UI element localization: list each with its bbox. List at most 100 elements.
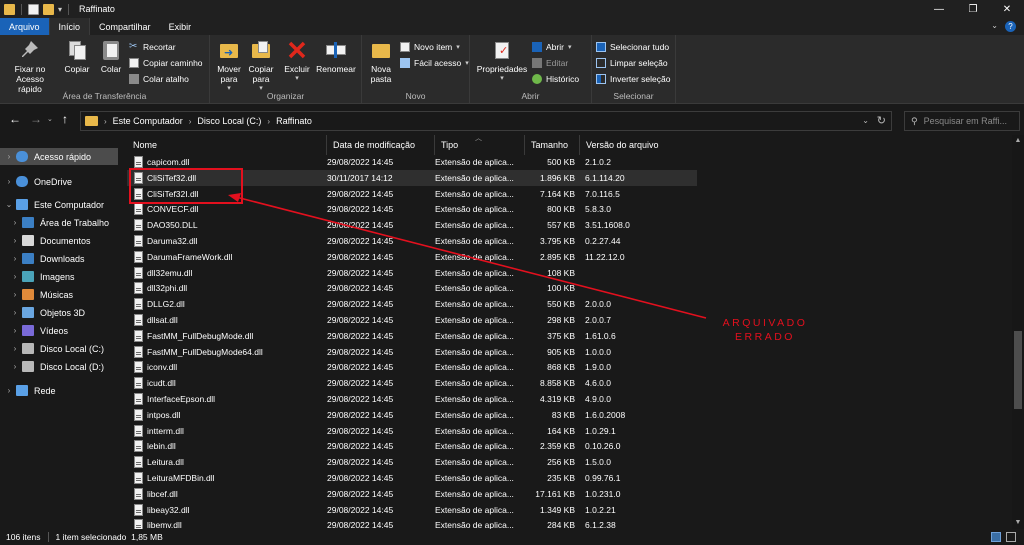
chevron-right-icon[interactable]: › [10, 272, 20, 281]
up-arrow-icon[interactable]: ↑ [62, 112, 68, 126]
select-none-button[interactable]: Limpar seleção [596, 56, 668, 70]
maximize-button[interactable]: ❐ [956, 0, 990, 18]
address-bar[interactable]: › Este Computador › Disco Local (C:) › R… [80, 111, 892, 131]
chevron-right-icon[interactable]: › [4, 386, 14, 395]
table-row[interactable]: iconv.dll 29/08/2022 14:45 Extensão de apl… [127, 359, 697, 375]
sidebar-item[interactable]: › Disco Local (D:) [0, 358, 118, 375]
sidebar-item[interactable]: › Rede [0, 382, 118, 399]
sidebar-item[interactable]: › OneDrive [0, 173, 118, 190]
forward-arrow-icon[interactable]: → [30, 112, 42, 126]
minimize-button[interactable]: — [922, 0, 956, 18]
chevron-right-icon[interactable]: › [4, 152, 14, 161]
sidebar-item[interactable]: › Acesso rápido [0, 148, 118, 165]
chevron-right-icon[interactable]: › [10, 326, 20, 335]
table-row[interactable]: icudt.dll 29/08/2022 14:45 Extensão de apl… [127, 375, 697, 391]
chevron-right-icon[interactable]: › [4, 177, 14, 186]
refresh-icon[interactable]: ↻ [877, 114, 886, 127]
sidebar-item[interactable]: › Área de Trabalho [0, 214, 118, 231]
sidebar-item[interactable]: › Imagens [0, 268, 118, 285]
chevron-right-icon[interactable]: › [10, 218, 20, 227]
delete-button[interactable]: Excluir ▾ [282, 39, 312, 84]
table-row[interactable]: DLLG2.dll 29/08/2022 14:45 Extensão de apl… [127, 296, 697, 312]
column-header-size[interactable]: Tamanho [525, 135, 580, 155]
column-header-name[interactable]: Nome [127, 135, 327, 155]
chevron-down-icon[interactable]: ⌄ [862, 116, 869, 125]
select-all-button[interactable]: Selecionar tudo [596, 40, 669, 54]
copy-button[interactable]: Copiar [62, 39, 92, 74]
invert-selection-button[interactable]: Inverter seleção [596, 72, 670, 86]
sidebar-item[interactable]: › Disco Local (C:) [0, 340, 118, 357]
table-row[interactable]: LeituraMFDBin.dll 29/08/2022 14:45 Extensã… [127, 470, 697, 486]
breadcrumb-raffinato[interactable]: Raffinato [276, 116, 312, 126]
table-row[interactable]: InterfaceEpson.dll 29/08/2022 14:45 Extens… [127, 391, 697, 407]
close-button[interactable]: ✕ [990, 0, 1024, 18]
rename-button[interactable]: Renomear [314, 39, 358, 74]
table-row[interactable]: libcef.dll 29/08/2022 14:45 Extensão de ap… [127, 486, 697, 502]
sidebar-item[interactable]: › Músicas [0, 286, 118, 303]
table-row[interactable]: dll32phi.dll 29/08/2022 14:45 Extensão de … [127, 280, 697, 296]
chevron-right-icon[interactable]: › [10, 236, 20, 245]
chevron-right-icon[interactable]: › [189, 117, 192, 126]
customize-toolbar-icon[interactable]: ▾ [58, 5, 62, 14]
chevron-right-icon[interactable]: › [10, 254, 20, 263]
breadcrumb-local-disk[interactable]: Disco Local (C:) [197, 116, 261, 126]
chevron-right-icon[interactable]: › [104, 117, 107, 126]
new-folder-button[interactable]: Nova pasta [366, 39, 396, 84]
chevron-right-icon[interactable]: › [10, 290, 20, 299]
sidebar-item[interactable]: ⌄ Este Computador [0, 196, 118, 213]
table-row[interactable]: libemv.dll 29/08/2022 14:45 Extensão de ap… [127, 517, 697, 529]
tab-home[interactable]: Início [48, 18, 91, 35]
new-item-button[interactable]: Novo item ▾ [400, 40, 460, 54]
table-row[interactable]: intpos.dll 29/08/2022 14:45 Extensão de ap… [127, 407, 697, 423]
copy-path-button[interactable]: Copiar caminho [129, 56, 203, 70]
sidebar-item[interactable]: › Documentos [0, 232, 118, 249]
pin-quick-access-button[interactable]: Fixar no Acesso rápido [4, 39, 56, 94]
properties-button[interactable]: ✓ Propriedades ▾ [474, 39, 530, 84]
details-view-icon[interactable] [991, 532, 1001, 542]
vertical-scrollbar[interactable]: ▲ ▼ [1012, 135, 1024, 529]
history-button[interactable]: Histórico [532, 72, 579, 86]
search-input[interactable]: ⚲ Pesquisar em Raffi... [904, 111, 1020, 131]
recent-locations-icon[interactable]: ⌄ [47, 115, 53, 123]
edit-button[interactable]: Editar [532, 56, 568, 70]
table-row[interactable]: intterm.dll 29/08/2022 14:45 Extensão de a… [127, 423, 697, 439]
paste-button[interactable]: Colar [96, 39, 126, 74]
scroll-up-icon[interactable]: ▲ [1012, 135, 1024, 147]
chevron-right-icon[interactable]: › [10, 344, 20, 353]
tab-file[interactable]: Arquivo [0, 18, 49, 35]
move-to-button[interactable]: ➜ Mover para ▾ [214, 39, 244, 94]
tab-view[interactable]: Exibir [160, 18, 201, 35]
chevron-right-icon[interactable]: › [10, 308, 20, 317]
table-row[interactable]: FastMM_FullDebugMode64.dll 29/08/2022 14:… [127, 344, 697, 360]
sidebar-item[interactable]: › Vídeos [0, 322, 118, 339]
sidebar-item[interactable]: › Downloads [0, 250, 118, 267]
back-arrow-icon[interactable]: ← [9, 112, 21, 126]
chevron-down-icon[interactable]: ⌄ [4, 200, 14, 209]
table-row[interactable]: DAO350.DLL 29/08/2022 14:45 Extensão de ap… [127, 217, 697, 233]
table-row[interactable]: libeay32.dll 29/08/2022 14:45 Extensão de … [127, 502, 697, 518]
column-header-date[interactable]: Data de modificação [327, 135, 435, 155]
breadcrumb-this-pc[interactable]: Este Computador [113, 116, 183, 126]
open-button[interactable]: Abrir ▾ [532, 40, 571, 54]
table-row[interactable]: FastMM_FullDebugMode.dll 29/08/2022 14:45… [127, 328, 697, 344]
tab-share[interactable]: Compartilhar [90, 18, 160, 35]
new-folder-icon[interactable] [43, 3, 54, 15]
paste-shortcut-button[interactable]: Colar atalho [129, 72, 189, 86]
easy-access-button[interactable]: Fácil acesso ▾ [400, 56, 469, 70]
sidebar-item[interactable]: › Objetos 3D [0, 304, 118, 321]
scrollbar-thumb[interactable] [1014, 331, 1022, 409]
help-icon[interactable]: ? [1005, 21, 1016, 32]
properties-icon[interactable] [28, 3, 39, 15]
cut-button[interactable]: ✂ Recortar [129, 40, 176, 54]
chevron-down-icon[interactable]: ⌄ [991, 21, 998, 30]
chevron-right-icon[interactable]: › [10, 362, 20, 371]
chevron-right-icon[interactable]: › [267, 117, 270, 126]
table-row[interactable]: DarumaFrameWork.dll 29/08/2022 14:45 Exten… [127, 249, 697, 265]
table-row[interactable]: dllsat.dll 29/08/2022 14:45 Extensão de ap… [127, 312, 697, 328]
table-row[interactable]: lebin.dll 29/08/2022 14:45 Extensão de apl… [127, 438, 697, 454]
column-header-version[interactable]: Versão do arquivo [580, 135, 697, 155]
large-icons-view-icon[interactable] [1006, 532, 1016, 542]
table-row[interactable]: Leitura.dll 29/08/2022 14:45 Extensão de a… [127, 454, 697, 470]
copy-to-button[interactable]: Copiar para ▾ [246, 39, 276, 94]
scroll-down-icon[interactable]: ▼ [1012, 517, 1024, 529]
